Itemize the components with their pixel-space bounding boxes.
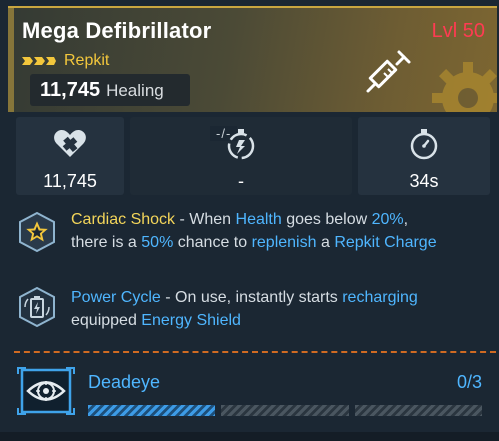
stat-panel-recharge: -/- -	[130, 117, 352, 195]
perk-separator: -	[160, 289, 176, 306]
stat-duration-value: 34s	[409, 171, 439, 191]
item-level: Lvl 50	[431, 20, 485, 42]
perk-keyword: Repkit Charge	[334, 234, 437, 251]
perk-text: ,	[403, 211, 409, 228]
section-divider	[14, 351, 496, 353]
perk-power-cycle: Power Cycle - On use, instantly starts r…	[16, 284, 496, 336]
perk-separator: -	[175, 211, 190, 228]
primary-stat-unit: Healing	[106, 81, 164, 100]
perk-text: When	[189, 211, 236, 228]
eye-target-icon[interactable]	[16, 366, 76, 416]
header-accent	[8, 8, 14, 112]
skill-name: Deadeye	[88, 372, 161, 392]
stopwatch-icon	[410, 129, 438, 160]
perk-text: chance to	[173, 234, 252, 251]
perk-cardiac-shock: Cardiac Shock - When Health goes below 2…	[16, 207, 496, 259]
perk-keyword: Health	[235, 211, 282, 228]
perk-text: there is a	[71, 234, 142, 251]
recharge-timer-icon	[227, 129, 255, 160]
skill-progress-segment	[88, 405, 216, 416]
skill-progress-segment	[221, 405, 349, 416]
stat-panels: 11,745 -/- - 34s	[16, 117, 490, 195]
gear-watermark-icon	[432, 62, 497, 112]
perk-text: On use, instantly starts	[175, 289, 343, 306]
stat-healing-value: 11,745	[43, 171, 97, 191]
perk-name: Cardiac Shock	[71, 211, 176, 228]
item-header: Mega Defibrillator Lvl 50 Repkit 11,745 …	[8, 6, 497, 112]
skill-progress-segment	[354, 405, 482, 416]
skill-progress-count: 0/3	[456, 372, 482, 392]
stat-panel-healing: 11,745	[16, 117, 124, 195]
perk-cardiac-shock-text: Cardiac Shock - When Health goes below 2…	[71, 208, 496, 254]
primary-stat: 11,745 Healing	[30, 74, 190, 106]
perk-keyword: 20%	[371, 211, 404, 228]
battery-shield-icon	[19, 286, 55, 328]
rarity-label: Repkit	[64, 52, 110, 69]
bottom-strip	[0, 432, 499, 441]
primary-stat-value: 11,745	[40, 79, 101, 101]
perk-text: a	[316, 234, 335, 251]
item-name: Mega Defibrillator	[22, 18, 212, 43]
skill-progress-bar	[88, 405, 482, 416]
perk-keyword: 50%	[141, 234, 174, 251]
stat-panel-duration: 34s	[358, 117, 490, 195]
perk-keyword: Energy Shield	[141, 312, 241, 329]
rarity-chevrons-icon	[22, 57, 56, 65]
heart-heal-icon	[54, 130, 86, 157]
item-card: Mega Defibrillator Lvl 50 Repkit 11,745 …	[0, 0, 499, 441]
stat-recharge-value: -	[238, 171, 244, 191]
perk-keyword: recharging	[342, 289, 418, 306]
perk-text: goes below	[281, 211, 372, 228]
perk-power-cycle-text: Power Cycle - On use, instantly starts r…	[71, 286, 496, 332]
perk-text: equipped	[71, 312, 142, 329]
rarity-row: Repkit	[22, 52, 109, 70]
perk-name: Power Cycle	[71, 289, 161, 306]
perk-keyword: replenish	[251, 234, 317, 251]
star-badge-icon	[19, 211, 55, 253]
syringe-icon	[366, 50, 411, 93]
